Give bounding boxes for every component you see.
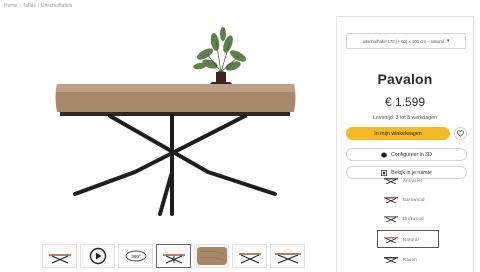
rotate-360-icon: 360° (125, 250, 146, 262)
swatch-natural[interactable]: Natural (377, 230, 439, 248)
variant-dropdown[interactable]: uitschuiftafel 170 (+ 60) x 100 cm – nat… (346, 33, 466, 49)
variant-selected-value: uitschuiftafel 170 (+ 60) x 100 cm – nat… (362, 38, 444, 44)
thumbnail-table-top[interactable] (194, 244, 229, 268)
chevron-down-icon: ▾ (446, 38, 450, 44)
product-main-image[interactable] (40, 14, 310, 244)
table-swatch-icon (384, 178, 398, 184)
thumbnail-table-side[interactable] (156, 244, 191, 268)
swatch-label: Driftwood (403, 215, 424, 221)
product-price: € 1.599 (384, 95, 426, 109)
delivery-time: Levertijd: 3 tot 8 werkdagen (373, 115, 437, 121)
table-image (55, 27, 296, 216)
thumbnail-table-extended[interactable] (270, 244, 305, 268)
wishlist-button[interactable] (454, 127, 467, 140)
table-swatch-icon (384, 216, 398, 222)
configure-3d-label: Configureer in 3D (391, 151, 432, 158)
heart-icon (457, 130, 464, 137)
table-swatch-icon (384, 197, 398, 203)
swatch-label: Antraciet (403, 177, 423, 183)
swatch-label: Natural (403, 236, 419, 242)
breadcrumb-current: Uitschuiftafels (41, 3, 73, 9)
play-icon (89, 247, 106, 265)
product-title: Pavalon (377, 71, 433, 87)
swatch-antraciet[interactable]: Antraciet (383, 172, 433, 188)
svg-text:360°: 360° (131, 254, 141, 259)
product-panel: uitschuiftafel 170 (+ 60) x 100 cm – nat… (336, 16, 474, 272)
breadcrumb-tafels[interactable]: Tafels (23, 3, 36, 9)
configure-3d-button[interactable]: Configureer in 3D (346, 148, 467, 161)
table-swatch-icon (384, 237, 398, 243)
thumbnail-table-angle[interactable] (232, 244, 267, 268)
thumbnail-strip: 360° (42, 244, 305, 268)
thumbnail-table-front[interactable] (42, 244, 77, 268)
thumbnail-360-view[interactable]: 360° (118, 244, 153, 268)
swatch-driftwood[interactable]: Driftwood (383, 210, 433, 226)
add-to-cart-button[interactable]: In mijn winkelwagen (346, 127, 450, 140)
thumbnail-video[interactable] (80, 244, 115, 268)
swatch-label: Raven (403, 256, 417, 262)
breadcrumb: Home | Tafels | Uitschuiftafels (4, 3, 72, 9)
swatch-label: Barnwood (403, 196, 425, 202)
table-swatch-icon (384, 257, 398, 263)
swatch-barnwood[interactable]: Barnwood (383, 191, 433, 207)
cube-icon (381, 151, 387, 158)
breadcrumb-home[interactable]: Home (4, 3, 17, 9)
breadcrumb-separator: | (19, 3, 21, 9)
swatch-raven[interactable]: Raven (383, 251, 433, 267)
breadcrumb-separator: | (37, 3, 40, 9)
